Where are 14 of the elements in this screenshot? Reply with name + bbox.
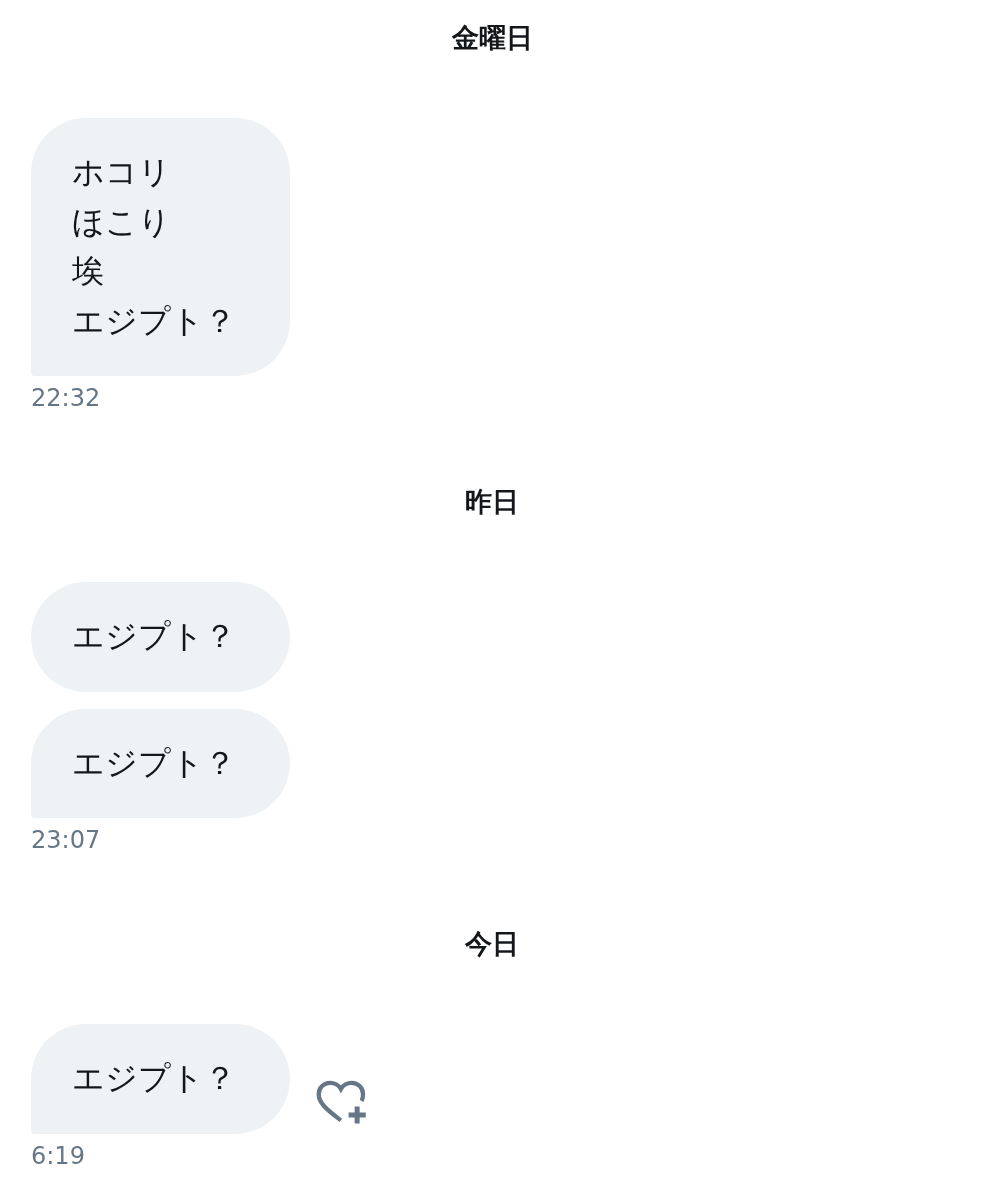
message-time: 22:32 — [31, 384, 101, 412]
message-text: エジプト？ — [72, 616, 236, 657]
date-label: 今日 — [465, 929, 519, 959]
message-text: エジプト？ — [72, 1058, 236, 1099]
message-text: ほこり — [72, 201, 171, 243]
date-label: 昨日 — [465, 487, 519, 517]
message-text: エジプト？ — [72, 300, 236, 342]
message-time: 6:19 — [31, 1141, 85, 1170]
heart-plus-icon[interactable] — [316, 1079, 368, 1126]
message-text: 埃 — [72, 251, 104, 292]
date-label: 金曜日 — [451, 23, 533, 53]
message-time: 23:07 — [31, 826, 101, 854]
message-text: エジプト？ — [72, 742, 236, 784]
message-text: ホコリ — [72, 152, 171, 193]
